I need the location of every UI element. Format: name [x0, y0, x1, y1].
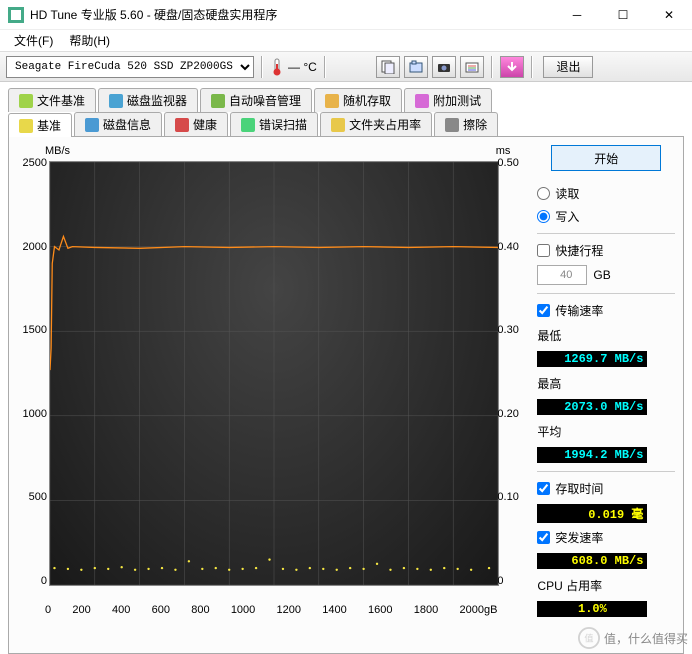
tab-icon [85, 118, 99, 132]
minimize-button[interactable]: ─ [554, 0, 600, 30]
write-radio[interactable] [537, 210, 550, 223]
tab-area: 文件基准磁盘监视器自动噪音管理随机存取附加测试 基准磁盘信息健康错误扫描文件夹占… [0, 82, 692, 136]
close-button[interactable]: ✕ [646, 0, 692, 30]
access-value: 0.019 毫 [537, 504, 647, 523]
tab-icon [109, 94, 123, 108]
avg-label: 平均 [537, 423, 675, 440]
avg-value: 1994.2 MB/s [537, 447, 647, 463]
transfer-label: 传输速率 [555, 302, 603, 319]
read-radio[interactable] [537, 187, 550, 200]
read-label: 读取 [555, 185, 579, 202]
exit-button[interactable]: 退出 [543, 56, 593, 78]
copy-info-button[interactable] [376, 56, 400, 78]
screenshot-button[interactable] [432, 56, 456, 78]
access-label: 存取时间 [555, 480, 603, 497]
tab-健康[interactable]: 健康 [164, 112, 228, 136]
tab-icon [241, 118, 255, 132]
temperature-value: — °C [288, 60, 317, 74]
tab-icon [19, 94, 33, 108]
app-icon [8, 7, 24, 23]
menu-help[interactable]: 帮助(H) [61, 30, 118, 51]
watermark: 值 值，什么值得买 [578, 627, 688, 649]
max-value: 2073.0 MB/s [537, 399, 647, 415]
watermark-icon: 值 [578, 627, 600, 649]
access-check[interactable] [537, 482, 550, 495]
menubar: 文件(F) 帮助(H) [0, 30, 692, 52]
tab-擦除[interactable]: 擦除 [434, 112, 498, 136]
tab-文件夹占用率[interactable]: 文件夹占用率 [320, 112, 432, 136]
transfer-check[interactable] [537, 304, 550, 317]
shortstroke-input[interactable] [537, 265, 587, 285]
tab-icon [445, 118, 459, 132]
tab-错误扫描[interactable]: 错误扫描 [230, 112, 318, 136]
shortstroke-check[interactable] [537, 244, 550, 257]
tab-磁盘监视器[interactable]: 磁盘监视器 [98, 88, 198, 112]
tab-icon [175, 118, 189, 132]
tab-icon [211, 94, 225, 108]
menu-file[interactable]: 文件(F) [6, 30, 61, 51]
temperature-display: — °C [270, 58, 317, 76]
tab-icon [19, 119, 33, 133]
start-button[interactable]: 开始 [551, 145, 661, 171]
shortstroke-label: 快捷行程 [555, 242, 603, 259]
burst-label: 突发速率 [555, 529, 603, 546]
tab-随机存取[interactable]: 随机存取 [314, 88, 402, 112]
max-label: 最高 [537, 375, 675, 392]
tab-磁盘信息[interactable]: 磁盘信息 [74, 112, 162, 136]
tab-icon [331, 118, 345, 132]
burst-check[interactable] [537, 531, 550, 544]
tab-icon [325, 94, 339, 108]
benchmark-chart [49, 161, 499, 586]
drive-select[interactable]: Seagate FireCuda 520 SSD ZP2000GS [6, 56, 254, 78]
write-label: 写入 [555, 208, 579, 225]
benchmark-panel: MB/s ms 25002000150010005000 0.500.400.3… [8, 136, 684, 654]
toolbar: Seagate FireCuda 520 SSD ZP2000GS — °C 退… [0, 52, 692, 82]
min-value: 1269.7 MB/s [537, 351, 647, 367]
min-label: 最低 [537, 327, 675, 344]
settings-button[interactable] [460, 56, 484, 78]
shortstroke-unit: GB [593, 268, 610, 282]
svg-text:值: 值 [584, 633, 593, 644]
tab-附加测试[interactable]: 附加测试 [404, 88, 492, 112]
tab-文件基准[interactable]: 文件基准 [8, 88, 96, 112]
y-left-unit: MB/s [45, 145, 70, 157]
tab-icon [415, 94, 429, 108]
burst-value: 608.0 MB/s [537, 553, 647, 569]
side-panel: 开始 读取 写入 快捷行程 GB 传输速率 最低 1269.7 MB/s 最高 … [525, 145, 675, 645]
y-left-axis: 25002000150010005000 [17, 157, 47, 587]
thermometer-icon [270, 58, 284, 76]
window-title: HD Tune 专业版 5.60 - 硬盘/固态硬盘实用程序 [30, 6, 554, 23]
tab-基准[interactable]: 基准 [8, 113, 72, 137]
y-right-unit: ms [496, 145, 511, 157]
y-right-axis: 0.500.400.300.200.100 [497, 157, 525, 587]
copy-screenshot-button[interactable] [404, 56, 428, 78]
cpu-value: 1.0% [537, 601, 647, 617]
tab-自动噪音管理[interactable]: 自动噪音管理 [200, 88, 312, 112]
x-axis: 0200400600800100012001400160018002000gB [17, 602, 525, 616]
titlebar: HD Tune 专业版 5.60 - 硬盘/固态硬盘实用程序 ─ ☐ ✕ [0, 0, 692, 30]
maximize-button[interactable]: ☐ [600, 0, 646, 30]
cpu-label: CPU 占用率 [537, 577, 675, 594]
save-button[interactable] [500, 56, 524, 78]
